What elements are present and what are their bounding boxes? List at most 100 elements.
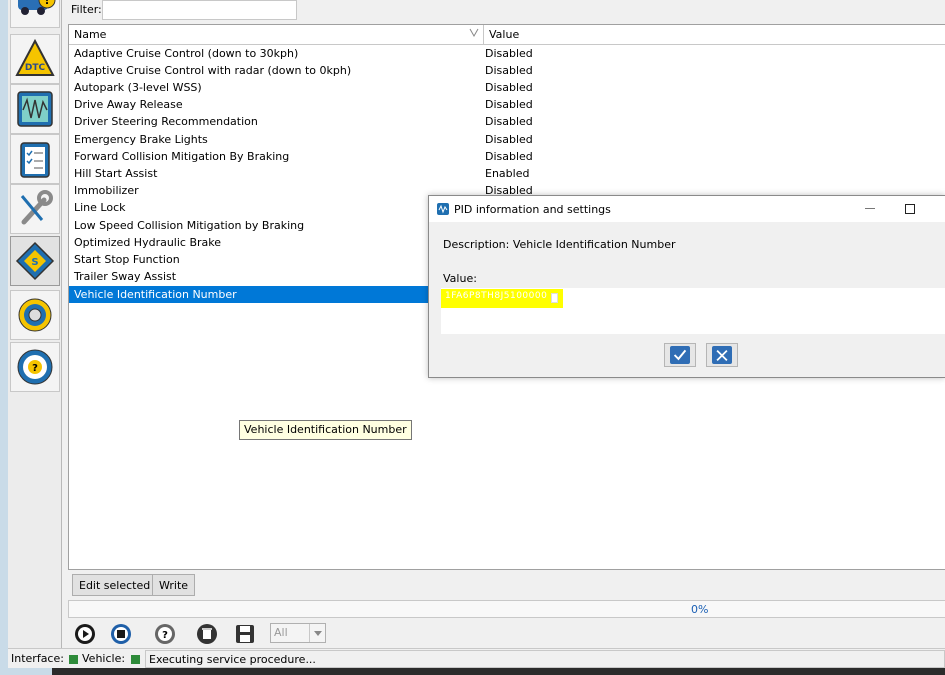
cancel-button[interactable] (706, 343, 738, 367)
wrench-icon (20, 190, 53, 225)
table-row[interactable]: Drive Away Release Disabled (69, 96, 945, 113)
table-row[interactable]: Forward Collision Mitigation By Braking D… (69, 148, 945, 165)
play-icon (75, 624, 95, 644)
row-value: Disabled (485, 150, 533, 163)
help-button[interactable]: ? (152, 622, 178, 646)
maximize-icon[interactable] (905, 204, 915, 214)
vehicle-label: Vehicle: (82, 652, 126, 665)
vehicle-status-indicator (131, 655, 140, 664)
table-row[interactable]: Emergency Brake Lights Disabled (69, 131, 945, 148)
value-text: 1FA6P8TH8J5100000 (445, 291, 548, 301)
bottom-toolbar: ? All (68, 620, 945, 646)
table-row[interactable]: Driver Steering Recommendation Disabled (69, 113, 945, 130)
row-name: Immobilizer (74, 184, 139, 197)
combo-arrow[interactable] (309, 624, 325, 642)
interface-label: Interface: (11, 652, 64, 665)
table-row[interactable]: Adaptive Cruise Control with radar (down… (69, 62, 945, 79)
edit-selected-button[interactable]: Edit selected (72, 574, 158, 596)
row-name: Drive Away Release (74, 98, 183, 111)
steering-help-button[interactable]: ? (10, 342, 60, 392)
value-field[interactable]: 1FA6P8TH8J5100000 (441, 288, 945, 334)
status-message-box: Executing service procedure... (145, 650, 945, 668)
table-row[interactable]: Autopark (3-level WSS) Disabled (69, 79, 945, 96)
car-warning-button[interactable]: ! (10, 0, 60, 28)
filter-bar: Filter: (68, 0, 945, 22)
row-value: Disabled (485, 47, 533, 60)
car-warning-icon: ! (18, 0, 56, 15)
row-value: Disabled (485, 81, 533, 94)
table-row[interactable]: Hill Start Assist Enabled (69, 165, 945, 182)
svg-text:!: ! (44, 0, 49, 7)
status-bar: Interface: Vehicle: Executing service pr… (8, 648, 945, 668)
help-icon: ? (155, 624, 175, 644)
minimize-icon[interactable] (865, 208, 875, 209)
row-tooltip: Vehicle Identification Number (239, 420, 412, 440)
row-value: Disabled (485, 133, 533, 146)
oscilloscope-button[interactable] (10, 84, 60, 134)
steering-help-icon: ? (17, 349, 53, 385)
dtc-button[interactable]: DTC (10, 34, 60, 84)
sidebar: ! DTC S ? (8, 0, 62, 650)
confirm-icon-bg (670, 346, 690, 364)
row-name: Adaptive Cruise Control with radar (down… (74, 64, 352, 77)
row-name: Trailer Sway Assist (74, 270, 177, 283)
table-row[interactable]: Adaptive Cruise Control (down to 30kph) D… (69, 45, 945, 62)
dialog-title: PID information and settings (454, 203, 611, 216)
filter-combo[interactable]: All (270, 623, 326, 643)
row-name: Vehicle Identification Number (74, 288, 237, 301)
value-label: Value: (443, 272, 477, 285)
row-name: Start Stop Function (74, 253, 180, 266)
column-divider[interactable] (483, 25, 484, 45)
delete-button[interactable] (194, 622, 220, 646)
row-name: Optimized Hydraulic Brake (74, 236, 222, 249)
row-value: Disabled (485, 115, 533, 128)
dialog-description: Description: Vehicle Identification Numb… (443, 238, 676, 251)
row-value: Disabled (485, 64, 533, 77)
table-header: Name Value (69, 25, 945, 45)
text-cursor (551, 293, 558, 303)
cancel-icon-bg (712, 346, 732, 364)
filter-input[interactable] (102, 0, 297, 20)
settings-button[interactable] (10, 290, 60, 340)
dtc-icon: DTC (15, 38, 55, 76)
status-message: Executing service procedure... (149, 653, 316, 666)
chip-icon: S (15, 241, 55, 281)
taskbar-edge-left (0, 668, 52, 675)
wrench-button[interactable] (10, 184, 60, 234)
svg-text:S: S (31, 257, 38, 268)
sort-descending-icon[interactable] (469, 28, 479, 38)
checklist-icon (20, 142, 50, 178)
row-name: Hill Start Assist (74, 167, 158, 180)
row-name: Driver Steering Recommendation (74, 115, 258, 128)
row-name: Low Speed Collision Mitigation by Brakin… (74, 219, 305, 232)
column-header-name[interactable]: Name (74, 28, 106, 41)
confirm-button[interactable] (664, 343, 696, 367)
play-button[interactable] (72, 622, 98, 646)
close-icon (716, 349, 728, 361)
oscilloscope-icon (17, 91, 53, 127)
stop-button[interactable] (108, 622, 134, 646)
app-icon (437, 203, 449, 215)
column-header-value[interactable]: Value (489, 28, 519, 41)
progress-bar: 0% (68, 600, 945, 618)
taskbar-edge (0, 668, 945, 675)
row-name: Emergency Brake Lights (74, 133, 208, 146)
filter-label: Filter: (71, 3, 102, 16)
row-value: Enabled (485, 167, 530, 180)
checkmark-icon (673, 349, 687, 361)
window-left-edge (0, 0, 8, 675)
stop-icon (111, 624, 131, 644)
chip-button[interactable]: S (10, 236, 60, 286)
gear-icon (18, 298, 52, 332)
row-name: Forward Collision Mitigation By Braking (74, 150, 290, 163)
pid-settings-dialog: PID information and settings Description… (428, 195, 945, 378)
svg-text:?: ? (32, 363, 38, 374)
save-button[interactable] (232, 622, 258, 646)
dialog-title-bar[interactable]: PID information and settings (429, 196, 945, 222)
trash-icon (197, 624, 217, 644)
checklist-button[interactable] (10, 134, 60, 184)
interface-status-indicator (69, 655, 78, 664)
combo-value: All (274, 626, 288, 639)
write-button[interactable]: Write (152, 574, 196, 596)
chevron-down-icon (314, 631, 322, 636)
